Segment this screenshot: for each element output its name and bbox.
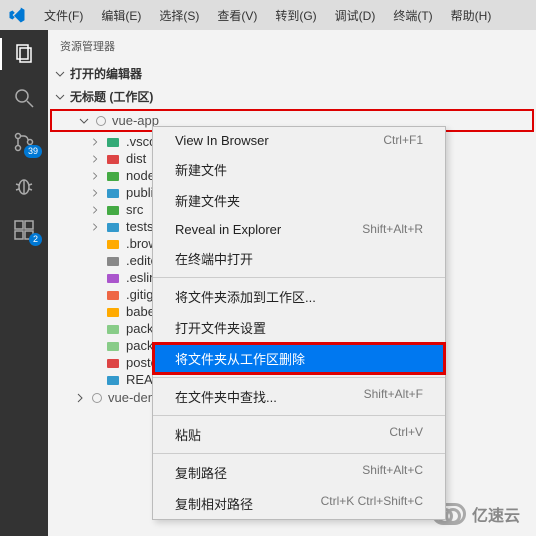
git-icon[interactable]: 39 xyxy=(12,130,36,154)
folder-red xyxy=(106,152,120,166)
folder-green xyxy=(106,203,120,217)
file-purple xyxy=(106,271,120,285)
open-editors-section[interactable]: 打开的编辑器 xyxy=(48,62,536,85)
context-menu-item[interactable]: 在终端中打开 xyxy=(153,243,445,274)
context-menu-item[interactable]: Reveal in ExplorerShift+Alt+R xyxy=(153,216,445,243)
menu-go[interactable]: 转到(G) xyxy=(267,3,324,28)
menubar: 文件(F) 编辑(E) 选择(S) 查看(V) 转到(G) 调试(D) 终端(T… xyxy=(0,0,536,30)
context-menu-item[interactable]: View In BrowserCtrl+F1 xyxy=(153,127,445,154)
file-pkg xyxy=(106,322,120,336)
workspace-section[interactable]: 无标题 (工作区) xyxy=(48,85,536,108)
chevron-right-icon xyxy=(90,171,100,181)
context-menu-item[interactable]: 打开文件夹设置 xyxy=(153,312,445,343)
explorer-title: 资源管理器 xyxy=(48,30,536,62)
folder-green xyxy=(106,169,120,183)
chevron-right-icon xyxy=(90,188,100,198)
bug-icon[interactable] xyxy=(12,174,36,198)
menu-view[interactable]: 查看(V) xyxy=(209,3,265,28)
file-pkg xyxy=(106,339,120,353)
context-menu-item[interactable]: 将文件夹添加到工作区... xyxy=(153,281,445,312)
chevron-right-icon xyxy=(74,392,86,404)
menu-select[interactable]: 选择(S) xyxy=(151,3,207,28)
context-menu: View In BrowserCtrl+F1新建文件新建文件夹Reveal in… xyxy=(152,126,446,520)
chevron-right-icon xyxy=(90,154,100,164)
chevron-right-icon xyxy=(90,137,100,147)
menu-edit[interactable]: 编辑(E) xyxy=(93,3,149,28)
folder-blue xyxy=(106,220,120,234)
menu-file[interactable]: 文件(F) xyxy=(36,3,91,28)
file-orange xyxy=(106,288,120,302)
context-menu-item[interactable]: 新建文件夹 xyxy=(153,185,445,216)
vscode-icon xyxy=(8,6,26,24)
file-gear xyxy=(106,254,120,268)
menu-terminal[interactable]: 终端(T) xyxy=(385,3,440,28)
status-circle-icon xyxy=(96,116,106,126)
status-circle-icon xyxy=(92,393,102,403)
chevron-right-icon xyxy=(90,205,100,215)
chevron-down-icon xyxy=(54,68,66,80)
file-yellow xyxy=(106,237,120,251)
context-menu-item[interactable]: 新建文件 xyxy=(153,154,445,185)
context-menu-item[interactable]: 复制相对路径Ctrl+K Ctrl+Shift+C xyxy=(153,488,445,519)
file-babel xyxy=(106,305,120,319)
folder-blue xyxy=(106,186,120,200)
context-menu-item[interactable]: 在文件夹中查找...Shift+Alt+F xyxy=(153,381,445,412)
chevron-down-icon xyxy=(54,91,66,103)
chevron-right-icon xyxy=(90,222,100,232)
extensions-icon[interactable]: 2 xyxy=(12,218,36,242)
chevron-down-icon xyxy=(78,115,90,127)
file-info xyxy=(106,373,120,387)
search-icon[interactable] xyxy=(12,86,36,110)
context-menu-item[interactable]: 粘贴Ctrl+V xyxy=(153,419,445,450)
file-post xyxy=(106,356,120,370)
menu-help[interactable]: 帮助(H) xyxy=(443,3,500,28)
context-menu-item[interactable]: 将文件夹从工作区删除 xyxy=(153,343,445,374)
folder-blue xyxy=(106,135,120,149)
activity-bar: 39 2 xyxy=(0,30,48,536)
git-badge: 39 xyxy=(24,145,42,158)
menu-debug[interactable]: 调试(D) xyxy=(327,3,384,28)
context-menu-item[interactable]: 复制路径Shift+Alt+C xyxy=(153,457,445,488)
files-icon[interactable] xyxy=(12,42,36,66)
ext-badge: 2 xyxy=(29,233,42,246)
